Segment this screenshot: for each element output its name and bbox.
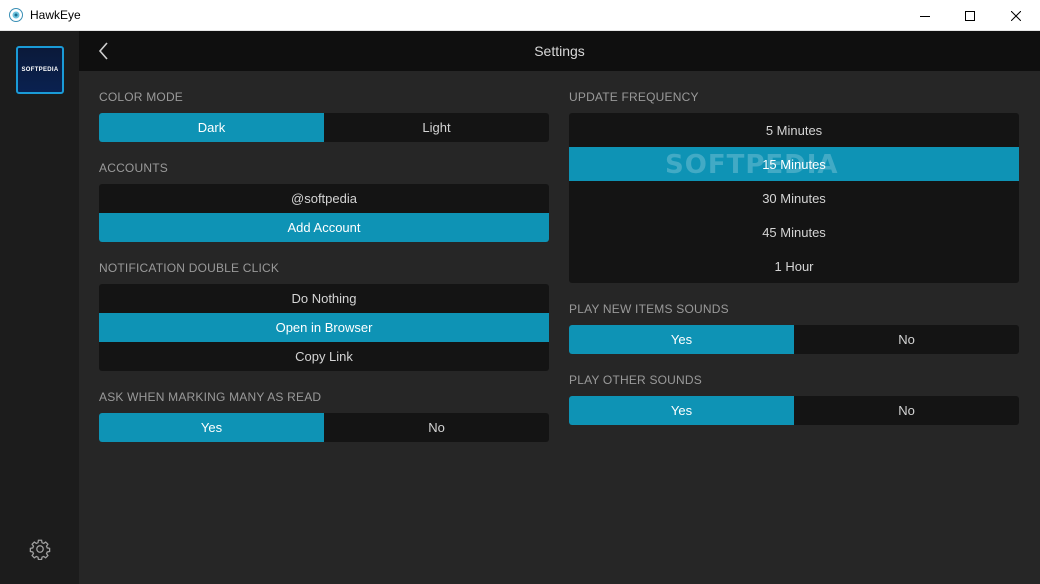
new-items-sounds-toggle: Yes No (569, 325, 1019, 354)
page-title: Settings (534, 43, 585, 59)
open-in-browser-option[interactable]: Open in Browser (99, 313, 549, 342)
maximize-button[interactable] (947, 0, 993, 31)
update-frequency-options: 5 Minutes 15 Minutes 30 Minutes 45 Minut… (569, 113, 1019, 283)
color-mode-label: COLOR MODE (99, 90, 184, 104)
new-items-sounds-yes-option[interactable]: Yes (569, 325, 794, 354)
other-sounds-toggle: Yes No (569, 396, 1019, 425)
settings-left-column: COLOR MODE Dark Light ACCOUNTS @softpedi… (99, 71, 549, 442)
close-icon (1011, 10, 1021, 21)
update-frequency-label: UPDATE FREQUENCY (569, 90, 699, 104)
color-mode-dark-option[interactable]: Dark (99, 113, 324, 142)
window-title: HawkEye (30, 8, 81, 22)
new-items-sounds-no-option[interactable]: No (794, 325, 1019, 354)
close-button[interactable] (993, 0, 1039, 31)
mark-read-no-option[interactable]: No (324, 413, 549, 442)
sidebar: SOFTPEDIA (0, 31, 79, 584)
maximize-icon (965, 10, 975, 21)
settings-right-column: UPDATE FREQUENCY 5 Minutes 15 Minutes 30… (569, 71, 1019, 425)
minimize-button[interactable] (902, 0, 948, 31)
minimize-icon (920, 15, 930, 17)
mark-many-read-toggle: Yes No (99, 413, 549, 442)
notification-double-click-options: Do Nothing Open in Browser Copy Link (99, 284, 549, 371)
settings-header: Settings (79, 31, 1040, 71)
accounts-label: ACCOUNTS (99, 161, 168, 175)
other-sounds-no-option[interactable]: No (794, 396, 1019, 425)
frequency-1-hour-option[interactable]: 1 Hour (569, 249, 1019, 283)
frequency-30-minutes-option[interactable]: 30 Minutes (569, 181, 1019, 215)
color-mode-light-option[interactable]: Light (324, 113, 549, 142)
accounts-list: @softpedia Add Account (99, 184, 549, 242)
app-logo-icon (9, 8, 23, 22)
avatar-label: SOFTPEDIA (21, 67, 59, 73)
other-sounds-yes-option[interactable]: Yes (569, 396, 794, 425)
do-nothing-option[interactable]: Do Nothing (99, 284, 549, 313)
app-window: HawkEye SOFTPEDIA Settings COLOR MODE Da… (0, 0, 1040, 584)
frequency-5-minutes-option[interactable]: 5 Minutes (569, 113, 1019, 147)
new-items-sounds-label: PLAY NEW ITEMS SOUNDS (569, 302, 729, 316)
gear-icon[interactable] (29, 538, 51, 560)
mark-many-read-label: ASK WHEN MARKING MANY AS READ (99, 390, 322, 404)
add-account-button[interactable]: Add Account (99, 213, 549, 242)
other-sounds-label: PLAY OTHER SOUNDS (569, 373, 702, 387)
frequency-45-minutes-option[interactable]: 45 Minutes (569, 215, 1019, 249)
color-mode-toggle: Dark Light (99, 113, 549, 142)
account-item[interactable]: @softpedia (99, 184, 549, 213)
account-avatar[interactable]: SOFTPEDIA (16, 46, 64, 94)
mark-read-yes-option[interactable]: Yes (99, 413, 324, 442)
copy-link-option[interactable]: Copy Link (99, 342, 549, 371)
notification-double-click-label: NOTIFICATION DOUBLE CLICK (99, 261, 280, 275)
title-bar: HawkEye (0, 0, 1040, 31)
frequency-15-minutes-option[interactable]: 15 Minutes (569, 147, 1019, 181)
